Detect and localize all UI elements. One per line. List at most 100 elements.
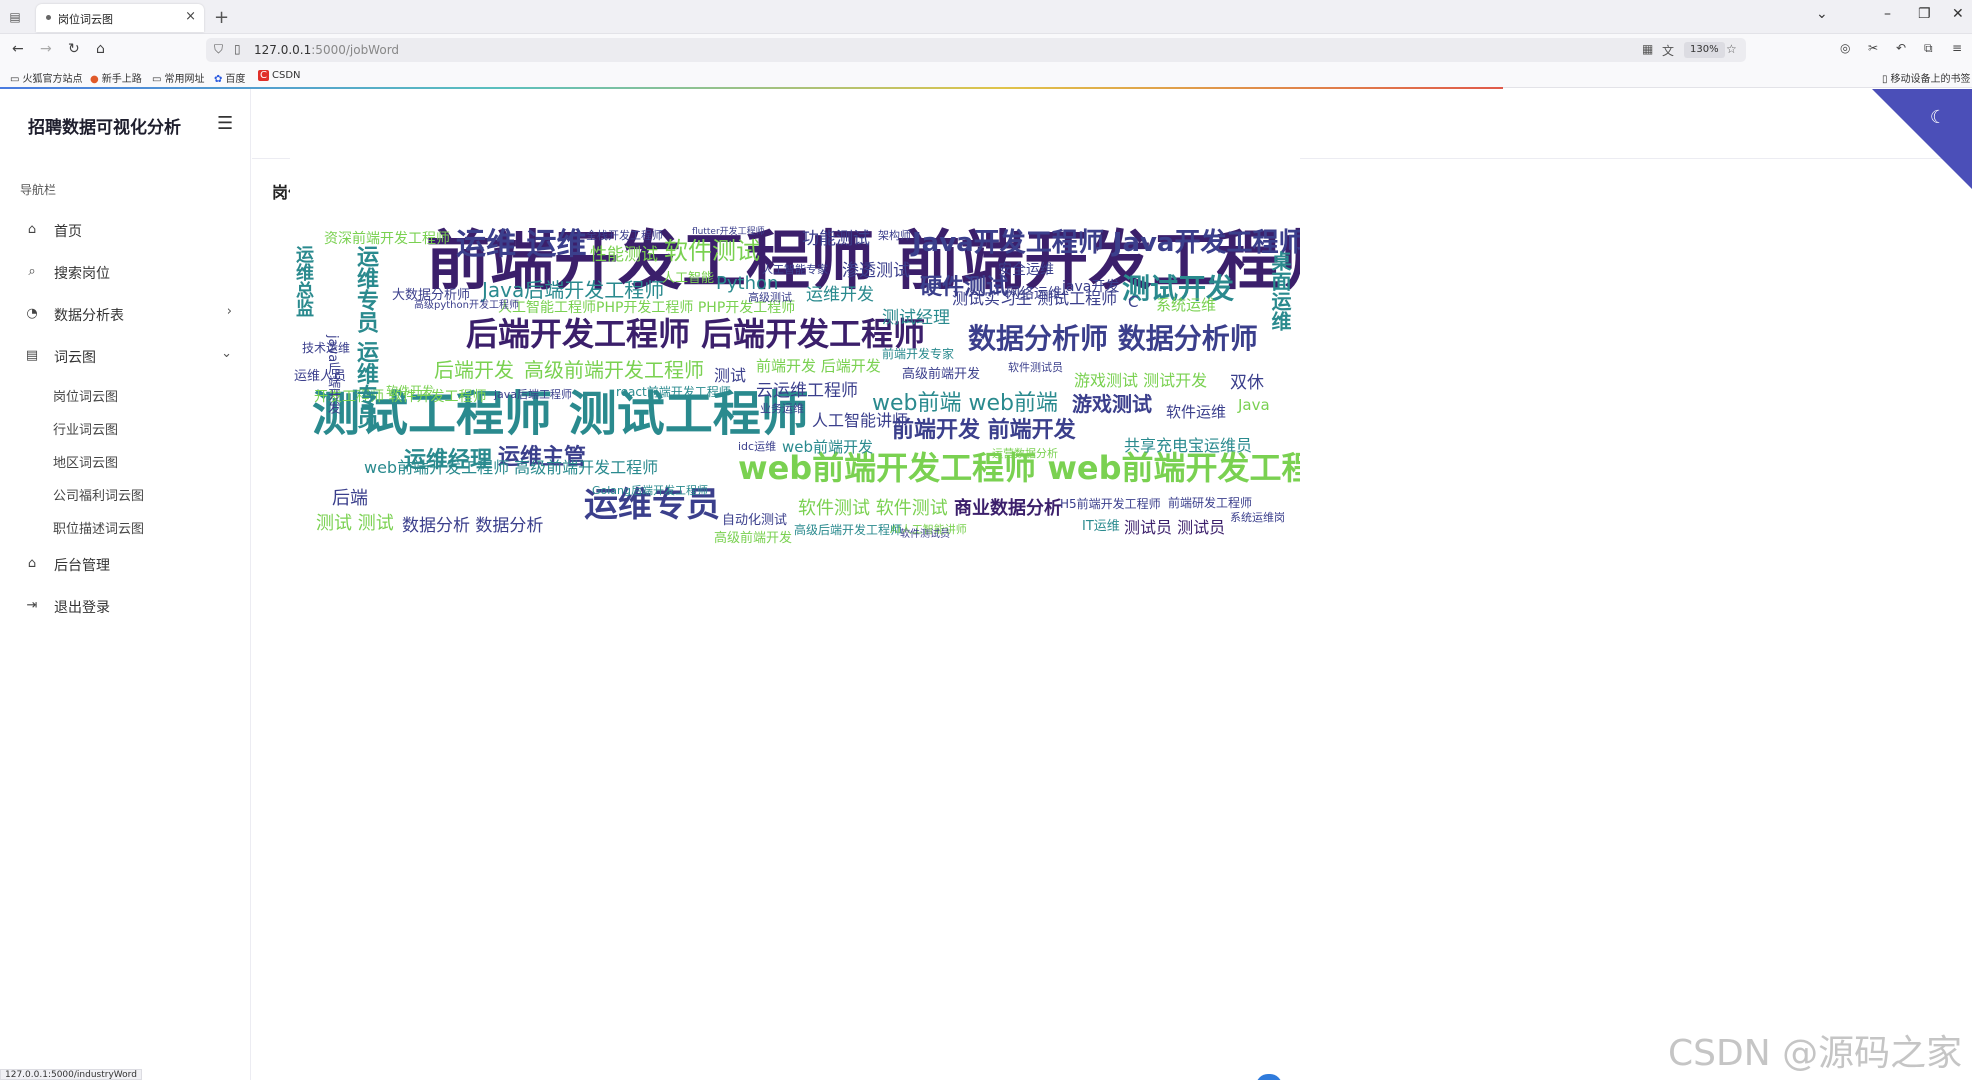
submenu-description-wordcloud[interactable]: 职位描述词云图 [53, 518, 144, 537]
submenu-welfare-wordcloud[interactable]: 公司福利词云图 [53, 485, 144, 504]
wordcloud-word: Java [1238, 396, 1270, 414]
firefox-icon: ● [90, 74, 99, 85]
wordcloud-word: IT运维 [1082, 519, 1120, 534]
menu-icon[interactable]: ≡ [1952, 41, 1962, 55]
reload-icon[interactable]: ↻ [68, 41, 80, 57]
wordcloud-word: 渗透测试 [842, 261, 910, 281]
bookmark-item[interactable]: ✿ 百度 [214, 70, 245, 85]
search-icon: ⌕ [28, 264, 36, 279]
wordcloud-word: 双休 [1230, 373, 1264, 393]
undo-icon[interactable]: ↶ [1896, 41, 1906, 55]
sidebar-item-home[interactable]: ⌂ 首页 [22, 216, 232, 244]
bookmark-label: 百度 [225, 74, 246, 85]
submenu-region-wordcloud[interactable]: 地区词云图 [53, 452, 118, 471]
back-icon[interactable]: ← [12, 41, 24, 57]
corner-ribbon[interactable] [1872, 89, 1972, 189]
minimize-icon[interactable]: – [1884, 6, 1891, 22]
wordcloud-word: 运维 运维 [456, 227, 587, 262]
wordcloud-word: java开发 [1062, 279, 1120, 295]
url-text: 127.0.0.1:5000/jobWord [254, 43, 399, 57]
wordcloud-word: 自动化测试 [722, 513, 788, 528]
home-icon[interactable]: ⌂ [96, 41, 105, 57]
wordcloud-word: 软件测试员 [900, 529, 950, 540]
wordcloud-word: 人工智能专家 [762, 263, 828, 276]
sidebar-item-admin[interactable]: ⌂ 后台管理 [22, 550, 232, 578]
qr-icon[interactable]: ▦ [1642, 42, 1653, 56]
wordcloud-word: Java后端开发工程师 [482, 278, 665, 302]
wordcloud-word: 云运维工程师 [756, 381, 858, 401]
wordcloud-word: 系统运维 [1156, 296, 1217, 314]
sidebar-item-label: 首页 [54, 224, 82, 240]
wordcloud-word: 运维总监 [293, 245, 314, 317]
tab-list-icon[interactable]: ▤ [6, 8, 24, 26]
star-icon[interactable]: ☆ [1726, 42, 1737, 56]
csdn-icon: C [258, 70, 269, 81]
hamburger-icon[interactable]: ☰ [217, 113, 233, 134]
bookmark-item[interactable]: ▭ 火狐官方站点 [10, 70, 82, 85]
folder-icon: ▭ [152, 74, 162, 85]
wordcloud-word: 系统运维岗 [1230, 511, 1285, 524]
close-window-icon[interactable]: ✕ [1952, 6, 1964, 22]
folder-icon: ▭ [10, 74, 20, 85]
wordcloud-word: 高级前端开发 [902, 367, 981, 382]
screenshot-icon[interactable]: ✂ [1868, 41, 1878, 55]
account-icon[interactable]: ◎ [1840, 41, 1850, 55]
shield-icon[interactable]: ⛉ [214, 42, 223, 57]
wordcloud-word: web前端开发工程师 高级前端开发工程师 [364, 458, 659, 477]
submenu-job-wordcloud[interactable]: 岗位词云图 [53, 386, 118, 405]
forward-icon[interactable]: → [40, 41, 52, 57]
wordcloud-word: 前端研发工程师 [1168, 496, 1253, 510]
zoom-level[interactable]: 130% [1684, 42, 1725, 58]
bookmark-label: CSDN [271, 70, 301, 81]
wordcloud-word: 软件测试员 [1008, 361, 1063, 374]
sidebar-item-label: 数据分析表 [54, 308, 124, 324]
bookmark-label: 火狐官方站点 [22, 74, 83, 85]
phone-icon: ▯ [1882, 74, 1888, 85]
home-icon: ⌂ [27, 222, 37, 237]
wordcloud-word: 软件开发 [386, 384, 435, 398]
sidebar-item-analysis[interactable]: ◔ 数据分析表 › [22, 300, 232, 328]
wordcloud-word: 运维人员 [294, 369, 347, 384]
wordcloud-word: 运维专员 运维专员 [353, 245, 378, 429]
wordcloud-word: 高级前端开发工程师 [524, 358, 704, 382]
sidebar-item-wordcloud[interactable]: ▤ 词云图 ⌄ [22, 342, 232, 370]
address-bar[interactable]: ⛉ ▯ 127.0.0.1:5000/jobWord ▦ 文 130% ☆ [206, 38, 1746, 62]
extensions-icon[interactable]: ⧉ [1924, 41, 1933, 56]
submenu-industry-wordcloud[interactable]: 行业词云图 [53, 419, 118, 438]
bookmark-item[interactable]: C CSDN [258, 70, 301, 81]
bookmark-label: 移动设备上的书签 [1890, 74, 1971, 85]
sidebar-item-label: 搜索岗位 [54, 266, 110, 282]
wordcloud-word: 人工智能 [662, 271, 715, 286]
status-url: 127.0.0.1:5000/industryWord [0, 1069, 142, 1080]
sidebar-item-label: 词云图 [54, 350, 96, 366]
bookmark-item[interactable]: ● 新手上路 [90, 70, 142, 85]
sidebar-item-logout[interactable]: ⇥ 退出登录 [22, 592, 232, 620]
bookmark-item[interactable]: ▭ 常用网址 [152, 70, 204, 85]
wordcloud-word: 测试 测试 [316, 513, 394, 534]
wordcloud-word: flutter开发工程师 [692, 227, 765, 237]
wordcloud-word: 游戏测试 [1072, 392, 1152, 416]
wordcloud-word: 后端开发工程师 后端开发工程师 [466, 315, 926, 353]
url-host: 127.0.0.1 [254, 43, 312, 57]
wordcloud-word: react前端开发工程师 [616, 385, 731, 399]
wordcloud-word: 桌面运维 [1268, 251, 1292, 331]
sidebar-item-search[interactable]: ⌕ 搜索岗位 [22, 258, 232, 286]
wordcloud-word: 安全运维 [998, 262, 1054, 278]
page-info-icon[interactable]: ▯ [234, 42, 241, 56]
new-tab-icon[interactable]: + [214, 7, 229, 28]
moon-icon[interactable]: ☾ [1930, 107, 1946, 128]
tab-overflow-icon[interactable]: ⌄ [1816, 6, 1828, 22]
wordcloud-word: 人工智能讲师 [812, 411, 909, 430]
wordcloud-word: 后端 [332, 488, 368, 509]
bookmark-mobile[interactable]: ▯ 移动设备上的书签 [1882, 70, 1971, 85]
sidebar-item-label: 后台管理 [54, 558, 110, 574]
browser-tab[interactable]: 岗位词云图 × [36, 4, 204, 32]
nav-caption: 导航栏 [20, 183, 57, 197]
tab-close-icon[interactable]: × [185, 9, 196, 24]
wordcloud-word: H5前端开发工程师 [1060, 497, 1161, 511]
translate-icon[interactable]: 文 [1662, 42, 1674, 59]
restore-icon[interactable]: ❐ [1918, 6, 1931, 22]
watermark: CSDN @源码之家 [1668, 1033, 1963, 1074]
wordcloud-word: 软件测试 软件测试 [798, 498, 948, 519]
chevron-down-icon: ⌄ [221, 346, 232, 361]
